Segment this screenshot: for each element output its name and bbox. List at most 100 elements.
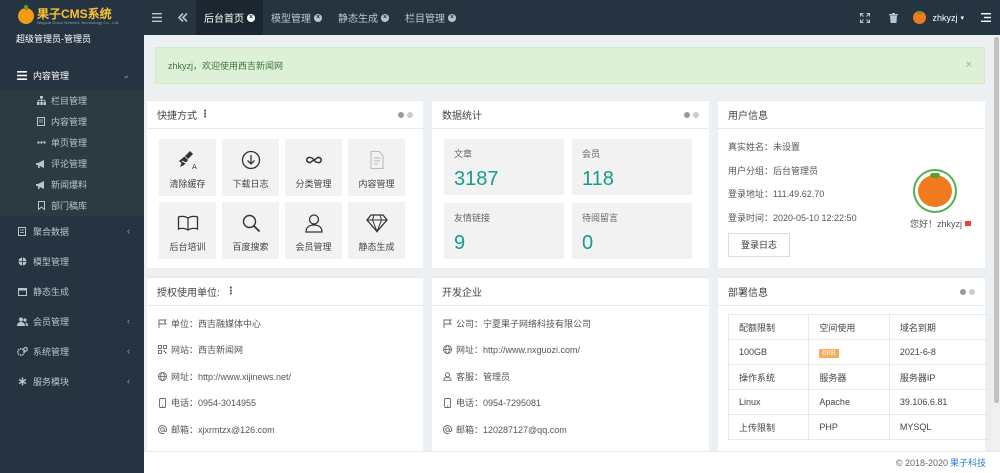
user-role: 超级管理员-管理员 (16, 34, 91, 44)
sidebar-sub-item-drafts[interactable]: 部门稿库 (0, 195, 144, 216)
sidebar-item-members[interactable]: 会员管理 ‹ (0, 306, 144, 336)
chevron-down-icon: ⌄ (122, 69, 130, 80)
top-bar: 后台首页 × 模型管理 × 静态生成 × 栏目管理 × zhkyzj ▾ (144, 0, 1000, 35)
sidebar-item-models[interactable]: 模型管理 (0, 246, 144, 276)
logo-title: 果子CMS系统 (37, 6, 112, 21)
logo-subtitle: Ningxia Guozi Network Technology Co., Lt… (37, 19, 120, 25)
bullhorn-icon (36, 159, 46, 168)
stat-members[interactable]: 会员 118 (572, 139, 692, 195)
clear-cache-button[interactable] (879, 12, 907, 23)
stat-messages[interactable]: 待阅留言 0 (572, 203, 692, 259)
close-tab-icon[interactable]: × (381, 13, 389, 22)
sidebar-sub-item-tips[interactable]: 新闻爆料 (0, 174, 144, 195)
card-title: 快捷方式 (157, 111, 197, 122)
table-row: 操作系统 服务器 服务器IP (727, 364, 991, 390)
book-icon (177, 215, 198, 231)
vertical-ellipsis-icon[interactable]: ⋮ (226, 286, 236, 297)
user-info-card: 用户信息 真实姓名：未设置 用户分组：后台管理员 登录地址：111.49.62.… (718, 100, 985, 268)
close-icon[interactable]: × (966, 59, 972, 71)
sidebar-sub-item-pages[interactable]: 单页管理 (0, 132, 144, 153)
sidebar-item-static[interactable]: 静态生成 (0, 276, 144, 306)
card-title: 用户信息 (728, 111, 768, 122)
user-menu[interactable]: zhkyzj ▾ (913, 11, 964, 24)
close-tab-icon[interactable]: × (314, 13, 322, 22)
quick-tile-content[interactable]: 内容管理 (348, 139, 405, 196)
bookmark-icon (36, 201, 46, 210)
file-icon (16, 226, 28, 236)
carousel-dots[interactable] (681, 112, 699, 118)
ellipsis-icon (36, 141, 46, 144)
sidebar-sub-item-comments[interactable]: 评论管理 (0, 153, 144, 174)
tab-models[interactable]: 模型管理 × (263, 0, 330, 35)
search-icon (242, 214, 260, 233)
quick-tile-baidu-search[interactable]: 百度搜索 (222, 202, 279, 259)
svg-text:A: A (192, 163, 197, 170)
double-chevron-left-icon (178, 13, 188, 22)
sidebar-item-system[interactable]: 系统管理 ‹ (0, 336, 144, 366)
logout-flag-icon[interactable] (965, 221, 971, 226)
data-stats-card: 数据统计 文章 3187 会员 118 友情链接 9 待阅留言 0 (432, 100, 709, 268)
globe-icon (157, 371, 167, 381)
infinity-icon (305, 156, 322, 164)
tab-home[interactable]: 后台首页 × (196, 0, 263, 35)
quick-tile-categories[interactable]: 分类管理 (285, 139, 342, 196)
card-title: 部署信息 (728, 288, 768, 299)
deploy-info-card: 部署信息 配额限制 空间使用 域名到期 100GB 0KB 2021-6-8 操… (718, 277, 991, 451)
logo[interactable]: 果子CMS系统 Ningxia Guozi Network Technology… (0, 0, 144, 32)
close-tab-icon[interactable]: × (247, 13, 255, 22)
close-tab-icon[interactable]: × (448, 13, 456, 22)
tab-columns[interactable]: 栏目管理 × (397, 0, 464, 35)
sidebar-sub-item-columns[interactable]: 栏目管理 (0, 90, 144, 111)
asterisk-icon (16, 377, 28, 386)
greeting: 您好！zhkyzj (910, 217, 971, 230)
settings-menu-button[interactable] (972, 13, 1000, 22)
developer-phone: 电话：0954-7295081 (432, 390, 709, 417)
vertical-scrollbar[interactable] (993, 35, 1000, 451)
carousel-dots[interactable] (957, 289, 975, 295)
company-link[interactable]: 果子科技 (950, 456, 986, 469)
card-title: 授权使用单位: (157, 288, 220, 299)
chevron-left-icon: ‹ (127, 376, 130, 386)
quick-tile-training[interactable]: 后台培训 (159, 202, 216, 259)
developer-url: 网址：http://www.nxguozi.com/ (432, 337, 709, 364)
scrollbar-thumb[interactable] (994, 37, 999, 403)
caret-down-icon: ▾ (960, 14, 964, 22)
mobile-icon (442, 397, 452, 408)
globe-icon (442, 345, 452, 355)
sidebar-item-content[interactable]: 内容管理 ⌄ (0, 60, 144, 90)
expand-icon (860, 12, 871, 23)
carousel-dots[interactable] (395, 112, 413, 118)
stat-links[interactable]: 友情链接 9 (444, 203, 564, 259)
space-usage-badge: 0KB (819, 348, 839, 358)
fullscreen-button[interactable] (851, 12, 879, 23)
stat-value: 9 (454, 232, 466, 254)
cogs-icon (16, 346, 28, 356)
stat-articles[interactable]: 文章 3187 (444, 139, 564, 195)
tab-static[interactable]: 静态生成 × (330, 0, 397, 35)
developer-support: 客服：管理员 (432, 363, 709, 390)
license-phone: 电话：0954-3014955 (147, 390, 423, 417)
stat-value: 0 (582, 232, 594, 254)
deploy-table: 配额限制 空间使用 域名到期 100GB 0KB 2021-6-8 操作系统 服… (727, 314, 991, 440)
trash-icon (888, 12, 898, 23)
quick-tile-members[interactable]: 会员管理 (285, 202, 342, 259)
quick-tile-static[interactable]: 静态生成 (348, 202, 405, 259)
sidebar-item-aggregate[interactable]: 聚合数据 ‹ (0, 216, 144, 246)
flag-icon (442, 319, 452, 328)
license-card: 授权使用单位: ⋮ 单位：西吉融媒体中心 网站：西吉新闻网 网址：http://… (147, 277, 423, 451)
sidebar-item-services[interactable]: 服务模块 ‹ (0, 366, 144, 396)
footer: © 2018-2020 果子科技 (144, 451, 1000, 473)
vertical-ellipsis-icon[interactable]: ⋮ (200, 109, 210, 120)
quick-tile-clear-cache[interactable]: A 清除缓存 (159, 139, 216, 196)
chevron-left-icon: ‹ (127, 346, 130, 356)
tab-scroll-left-button[interactable] (170, 0, 196, 35)
developer-card: 开发企业 公司：宁夏果子网络科技有限公司 网址：http://www.nxguo… (432, 277, 709, 451)
quick-tile-download-log[interactable]: 下载日志 (222, 139, 279, 196)
table-row: 100GB 0KB 2021-6-8 (727, 339, 991, 365)
menu-toggle-button[interactable] (144, 0, 170, 35)
sidebar-sub-item-content[interactable]: 内容管理 (0, 111, 144, 132)
document-icon (369, 150, 384, 170)
at-icon (157, 424, 167, 434)
login-log-button[interactable]: 登录日志 (728, 233, 791, 257)
flag-icon (157, 319, 167, 328)
